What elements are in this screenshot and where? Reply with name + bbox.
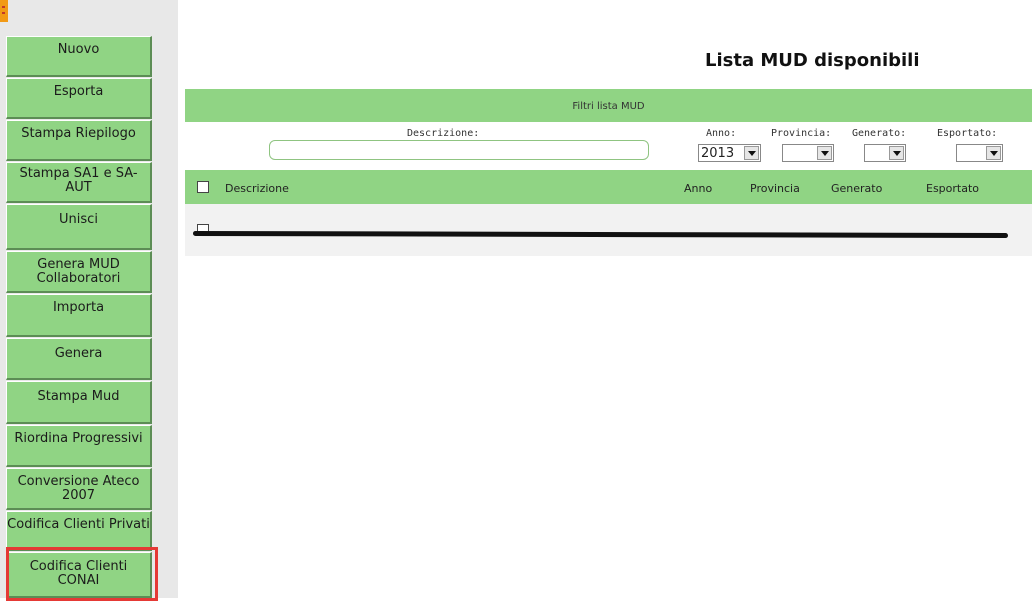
chevron-down-icon <box>744 146 759 160</box>
anno-select[interactable]: 2013 <box>698 144 761 162</box>
esportato-label: Esportato: <box>937 128 998 139</box>
chevron-down-icon <box>986 146 1001 160</box>
highlight-annotation <box>6 547 158 601</box>
table-row[interactable] <box>185 204 1032 256</box>
stampa-sa1-button[interactable]: Stampa SA1 e SA-AUT <box>6 162 152 203</box>
list-header: Descrizione Anno Provincia Generato Espo… <box>185 170 1032 204</box>
codifica-clienti-privati-button[interactable]: Codifica Clienti Privati <box>6 511 152 551</box>
page-title: Lista MUD disponibili <box>705 50 920 71</box>
chevron-down-icon <box>817 146 832 160</box>
esportato-select[interactable] <box>956 144 1003 162</box>
filters-title: Filtri lista MUD <box>572 101 645 112</box>
generato-label: Generato: <box>852 128 907 139</box>
stampa-riepilogo-button[interactable]: Stampa Riepilogo <box>6 120 152 161</box>
generato-select[interactable] <box>864 144 906 162</box>
unisci-button[interactable]: Unisci <box>6 204 152 250</box>
column-esportato[interactable]: Esportato <box>926 182 979 195</box>
chevron-down-icon <box>889 146 904 160</box>
esporta-button[interactable]: Esporta <box>6 78 152 119</box>
column-provincia[interactable]: Provincia <box>750 182 800 195</box>
anno-label: Anno: <box>706 128 737 139</box>
column-descrizione[interactable]: Descrizione <box>225 182 289 195</box>
genera-button[interactable]: Genera <box>6 338 152 380</box>
anno-select-value: 2013 <box>701 146 735 161</box>
conversione-ateco-button[interactable]: Conversione Ateco 2007 <box>6 468 152 510</box>
genera-mud-collaboratori-button[interactable]: Genera MUD Collaboratori <box>6 251 152 293</box>
importa-button[interactable]: Importa <box>6 294 152 337</box>
filter-row: Descrizione: Anno: 2013 Provincia: Gener… <box>185 122 1032 170</box>
provincia-label: Provincia: <box>771 128 832 139</box>
app-logo <box>0 0 8 22</box>
column-anno[interactable]: Anno <box>684 182 712 195</box>
redaction-bar <box>192 230 1009 239</box>
descrizione-input[interactable] <box>269 140 649 160</box>
select-all-checkbox[interactable] <box>197 181 209 193</box>
filters-header: Filtri lista MUD <box>185 89 1032 122</box>
provincia-select[interactable] <box>782 144 834 162</box>
column-generato[interactable]: Generato <box>831 182 882 195</box>
descrizione-label: Descrizione: <box>407 128 480 139</box>
main-content: Lista MUD disponibili Filtri lista MUD D… <box>178 0 1035 598</box>
nuovo-button[interactable]: Nuovo <box>6 36 152 77</box>
sidebar: Nuovo Esporta Stampa Riepilogo Stampa SA… <box>0 0 178 601</box>
riordina-progressivi-button[interactable]: Riordina Progressivi <box>6 425 152 467</box>
stampa-mud-button[interactable]: Stampa Mud <box>6 381 152 424</box>
